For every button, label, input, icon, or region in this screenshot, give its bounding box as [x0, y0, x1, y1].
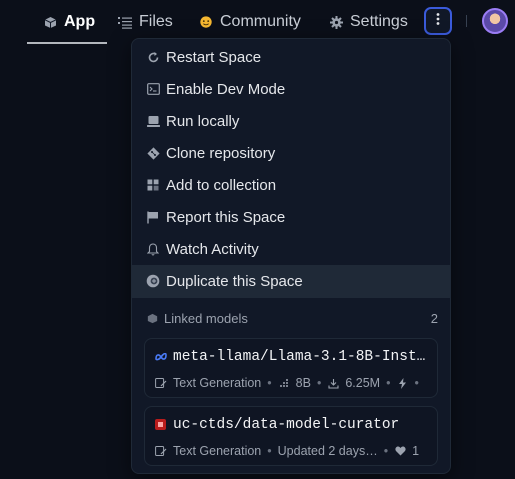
collection-icon	[146, 178, 160, 192]
model-name: uc-ctds/data-model-curator	[173, 417, 400, 433]
space-actions-menu: Restart Space Enable Dev Mode Run locall…	[131, 38, 451, 474]
menu-item-label: Add to collection	[166, 176, 277, 194]
model-meta: Text Generation • 8B • 6.25M • •	[155, 376, 435, 390]
tab-label: Files	[139, 13, 173, 30]
git-icon	[146, 146, 160, 160]
terminal-icon	[146, 82, 160, 96]
menu-item-watch-activity[interactable]: Watch Activity	[132, 233, 450, 265]
linked-models-header: Linked models 2	[146, 311, 438, 326]
tab-app[interactable]: App	[26, 0, 108, 44]
heart-icon	[394, 445, 406, 457]
model-title: uc-ctds/data-model-curator	[155, 417, 429, 433]
menu-item-label: Duplicate this Space	[166, 272, 303, 290]
bell-icon	[146, 242, 160, 256]
restart-icon	[146, 50, 160, 64]
header-divider	[466, 15, 467, 27]
meta-logo-icon	[155, 353, 167, 361]
menu-item-label: Run locally	[166, 112, 240, 130]
menu-item-label: Watch Activity	[166, 240, 259, 258]
linked-models-title: Linked models	[164, 311, 248, 326]
model-title: meta-llama/Llama-3.1-8B-Instr…	[155, 349, 429, 365]
menu-item-add-to-collection[interactable]: Add to collection	[132, 169, 450, 201]
flag-icon	[146, 210, 160, 224]
model-likes: 1	[412, 444, 420, 458]
menu-item-restart-space[interactable]: Restart Space	[132, 41, 450, 73]
menu-item-report-space[interactable]: Report this Space	[132, 201, 450, 233]
menu-item-label: Restart Space	[166, 48, 262, 66]
model-meta: Text Generation • Updated 2 days… • 1	[155, 444, 435, 458]
gear-icon	[329, 15, 343, 29]
text-generation-icon	[155, 377, 167, 389]
linked-model-card[interactable]: uc-ctds/data-model-curator Text Generati…	[144, 406, 438, 466]
uc-logo-icon	[155, 419, 167, 431]
download-icon	[327, 377, 339, 389]
menu-item-label: Clone repository	[166, 144, 276, 162]
menu-item-run-locally[interactable]: Run locally	[132, 105, 450, 137]
tab-label: Settings	[350, 13, 408, 30]
linked-model-card[interactable]: meta-llama/Llama-3.1-8B-Instr… Text Gene…	[144, 338, 438, 398]
model-updated: Updated 2 days…	[277, 444, 378, 458]
menu-divider	[132, 297, 450, 298]
community-icon	[199, 15, 213, 29]
model-name: meta-llama/Llama-3.1-8B-Instr…	[173, 349, 429, 365]
menu-item-clone-repository[interactable]: Clone repository	[132, 137, 450, 169]
menu-item-duplicate-space[interactable]: Duplicate this Space	[132, 265, 450, 297]
duplicate-icon	[146, 274, 160, 288]
model-task: Text Generation	[173, 376, 262, 390]
space-menu-button[interactable]	[424, 7, 452, 35]
tab-label: App	[64, 13, 96, 30]
user-avatar[interactable]	[482, 8, 508, 34]
text-generation-icon	[155, 445, 167, 457]
more-vertical-icon	[436, 12, 440, 30]
files-icon	[118, 15, 132, 29]
menu-item-label: Enable Dev Mode	[166, 80, 286, 98]
model-params: 8B	[295, 376, 311, 390]
lightning-icon	[396, 377, 408, 389]
cube-icon	[146, 313, 158, 325]
menu-item-enable-dev-mode[interactable]: Enable Dev Mode	[132, 73, 450, 105]
model-task: Text Generation	[173, 444, 262, 458]
tab-label: Community	[220, 13, 301, 30]
parameters-icon	[278, 377, 290, 389]
linked-models-count: 2	[430, 311, 438, 326]
model-downloads: 6.25M	[345, 376, 381, 390]
cube-icon	[43, 15, 57, 29]
menu-item-label: Report this Space	[166, 208, 286, 226]
laptop-icon	[146, 114, 160, 128]
